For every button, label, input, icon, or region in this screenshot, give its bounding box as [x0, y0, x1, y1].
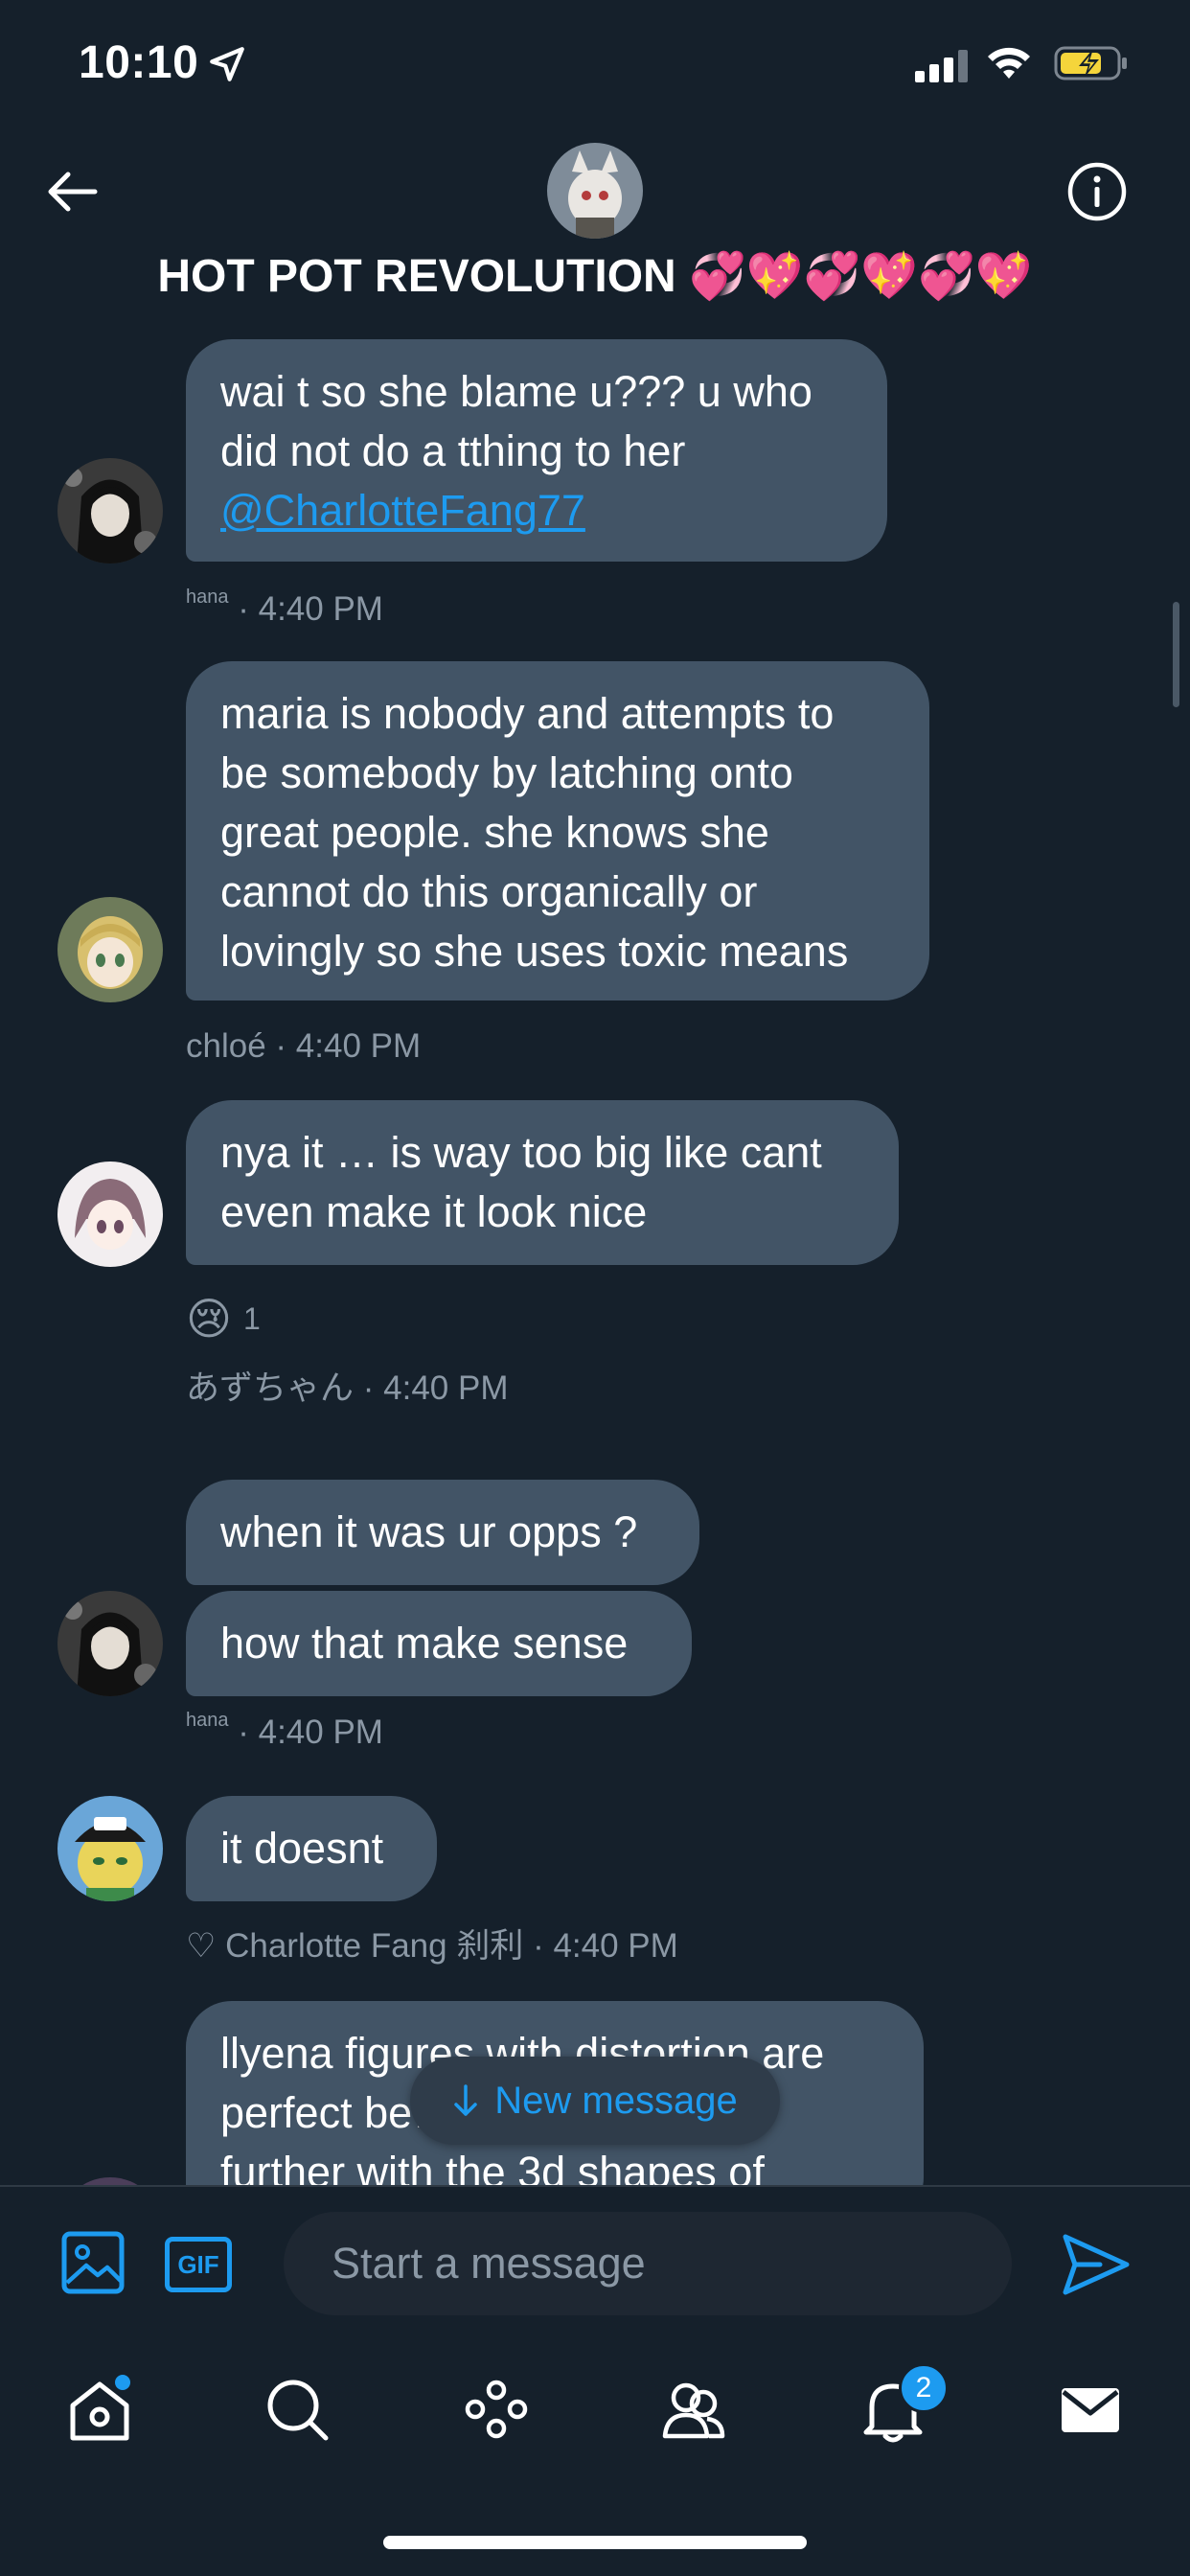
- arrow-down-icon: [454, 2084, 478, 2116]
- message-time: · 4:40 PM: [238, 590, 383, 628]
- avatar[interactable]: [57, 2177, 163, 2185]
- avatar[interactable]: [57, 1796, 163, 1901]
- status-time: 10:10: [79, 37, 199, 88]
- message-author: hana: [186, 586, 229, 608]
- bottom-tab-bar: 2: [0, 2338, 1190, 2472]
- message-line: when it was ur opps ?: [220, 1507, 638, 1556]
- cellular-signal-icon: [915, 50, 968, 82]
- message-meta: ♡ Charlotte Fang 刹利 · 4:40 PM: [186, 1919, 678, 1967]
- status-bar: 10:10: [0, 0, 1190, 129]
- message-line: wai t so she blame u??? u who: [220, 367, 812, 416]
- image-icon[interactable]: [59, 2229, 126, 2296]
- wifi-icon: [988, 47, 1030, 79]
- mention-link[interactable]: @CharlotteFang77: [220, 481, 853, 540]
- message-input[interactable]: [284, 2212, 1012, 2315]
- message-line: it doesnt: [220, 1824, 384, 1873]
- gif-button[interactable]: GIF: [165, 2237, 232, 2292]
- new-message-button[interactable]: New message: [410, 2057, 780, 2145]
- group-avatar[interactable]: [547, 143, 643, 239]
- arrow-left-icon: [48, 172, 98, 212]
- message-meta: あずちゃん · 4:40 PM: [186, 1361, 508, 1410]
- reaction-chip[interactable]: 😢 1: [186, 1288, 261, 1349]
- chat-header: HOT POT REVOLUTION 💞💖💞💖💞💖: [0, 129, 1190, 316]
- home-indicator: [383, 2536, 807, 2549]
- message-author: ♡ Charlotte Fang 刹利: [186, 1927, 524, 1965]
- new-message-label: New message: [494, 2079, 738, 2122]
- avatar-image: [57, 458, 163, 564]
- message-composer: GIF: [0, 2185, 1190, 2340]
- message-meta: hana · 4:40 PM: [186, 1710, 383, 1752]
- crying-face-icon: 😢: [186, 1294, 232, 1344]
- spaces-icon: [465, 2380, 528, 2439]
- message-bubble[interactable]: it doesnt: [186, 1796, 437, 1901]
- message-author: hana: [186, 1710, 229, 1731]
- avatar-image: [57, 2177, 163, 2185]
- message-time: · 4:40 PM: [238, 1714, 383, 1751]
- tab-search[interactable]: [263, 2375, 332, 2444]
- avatar-image: [57, 897, 163, 1002]
- avatar[interactable]: [57, 897, 163, 1002]
- message-line: maria is nobody and attempts to: [220, 689, 835, 738]
- send-icon[interactable]: [1062, 2233, 1131, 2296]
- message-author: あずちゃん: [186, 1369, 355, 1407]
- reaction-count: 1: [242, 1300, 261, 1336]
- tab-spaces[interactable]: [462, 2375, 531, 2444]
- messages-icon: [1062, 2388, 1119, 2432]
- tab-messages[interactable]: [1056, 2375, 1125, 2444]
- tab-communities[interactable]: [659, 2375, 728, 2444]
- message-meta: chloé · 4:40 PM: [186, 1027, 421, 1066]
- message-line: cannot do this organically or: [220, 867, 758, 916]
- message-author: chloé: [186, 1027, 266, 1065]
- avatar[interactable]: [57, 1162, 163, 1267]
- location-arrow-icon: [210, 47, 244, 81]
- message-meta: hana · 4:40 PM: [186, 586, 383, 629]
- message-line: be somebody by latching onto: [220, 748, 793, 797]
- message-bubble[interactable]: when it was ur opps ?: [186, 1480, 699, 1585]
- message-time: · 4:40 PM: [533, 1927, 678, 1965]
- avatar[interactable]: [57, 458, 163, 564]
- message-line: even make it look nice: [220, 1187, 648, 1236]
- message-bubble[interactable]: maria is nobody and attempts to be someb…: [186, 661, 929, 1000]
- message-line: lovingly so she uses toxic means: [220, 927, 849, 976]
- battery-charging-icon: [1054, 46, 1127, 80]
- message-bubble[interactable]: how that make sense: [186, 1591, 692, 1696]
- search-icon: [267, 2380, 329, 2441]
- group-avatar-image: [547, 143, 643, 239]
- message-bubble[interactable]: nya it … is way too big like cant even m…: [186, 1100, 899, 1265]
- message-time: · 4:40 PM: [275, 1027, 422, 1065]
- message-line: did not do a tthing to her: [220, 426, 686, 475]
- info-icon: [1067, 162, 1127, 221]
- tab-home[interactable]: [65, 2375, 134, 2444]
- message-line: further with the 3d shapes of: [220, 2148, 765, 2185]
- notifications-badge: 2: [899, 2363, 949, 2413]
- avatar-image: [57, 1591, 163, 1696]
- avatar-image: [57, 1162, 163, 1267]
- message-line: nya it … is way too big like cant: [220, 1128, 822, 1177]
- avatar-image: [57, 1796, 163, 1901]
- message-time: · 4:40 PM: [362, 1369, 509, 1407]
- back-button[interactable]: [38, 158, 105, 225]
- communities-icon: [662, 2382, 725, 2439]
- message-bubble[interactable]: wai t so she blame u??? u who did not do…: [186, 339, 887, 562]
- home-unread-dot: [115, 2375, 130, 2390]
- avatar[interactable]: [57, 1591, 163, 1696]
- conversation-title: HOT POT REVOLUTION 💞💖💞💖💞💖: [157, 251, 1033, 302]
- message-list[interactable]: wai t so she blame u??? u who did not do…: [0, 316, 1190, 2185]
- conversation-info-button[interactable]: [1064, 158, 1131, 225]
- message-line: great people. she knows she: [220, 808, 769, 857]
- scrollbar-thumb[interactable]: [1173, 602, 1179, 707]
- message-line: how that make sense: [220, 1619, 629, 1668]
- tab-notifications[interactable]: 2: [858, 2363, 949, 2444]
